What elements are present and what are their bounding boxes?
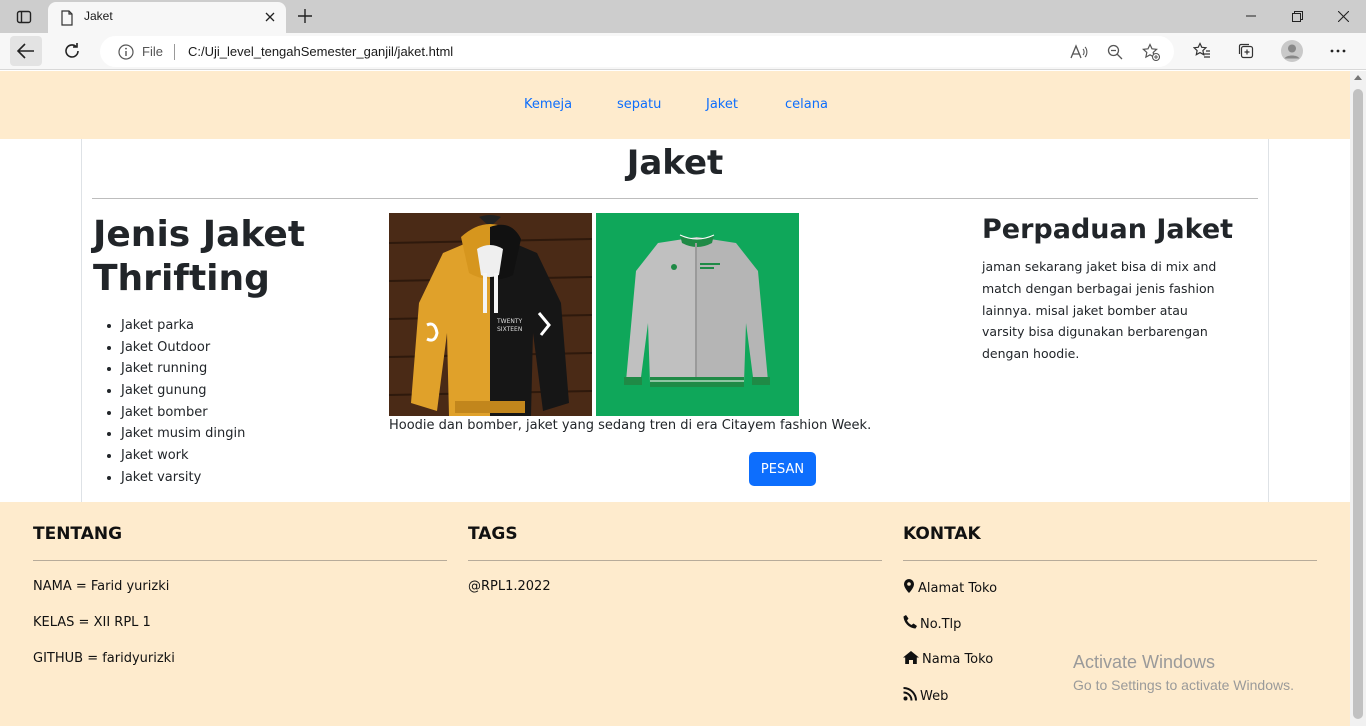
nav-link-jaket[interactable]: Jaket xyxy=(706,97,738,112)
footer-nama: NAMA = Farid yurizki xyxy=(33,579,170,594)
kontak-nama-toko[interactable]: Nama Toko xyxy=(903,651,993,668)
bomber-image xyxy=(596,213,799,416)
nav-link-celana[interactable]: celana xyxy=(785,97,828,112)
svg-text:TWENTY: TWENTY xyxy=(496,318,523,325)
list-item: Jaket musim dingin xyxy=(121,423,245,445)
svg-text:SIXTEEN: SIXTEEN xyxy=(497,326,522,333)
kontak-web[interactable]: Web xyxy=(903,687,948,705)
favorites-icon[interactable] xyxy=(1191,40,1213,62)
title-divider xyxy=(92,198,1258,199)
profile-avatar-icon[interactable] xyxy=(1281,40,1303,62)
list-item: Jaket gunung xyxy=(121,380,245,402)
hoodie-image: TWENTY SIXTEEN xyxy=(389,213,592,416)
jenis-jaket-heading: Jenis Jaket Thrifting xyxy=(93,214,306,299)
url-field[interactable]: File C:/Uji_level_tengahSemester_ganjil/… xyxy=(100,36,1174,67)
kontak-alamat-label: Alamat Toko xyxy=(918,580,998,596)
kontak-telepon[interactable]: No.Tlp xyxy=(903,615,961,633)
activate-windows-title: Activate Windows xyxy=(1073,652,1216,672)
list-item: Jaket parka xyxy=(121,315,245,337)
close-tab-icon[interactable] xyxy=(262,9,278,25)
footer-tags-title: TAGS xyxy=(468,524,518,544)
new-tab-icon[interactable] xyxy=(294,5,316,27)
phone-icon xyxy=(903,615,917,633)
top-nav: Kemeja sepatu Jaket celana xyxy=(0,71,1350,139)
web-icon xyxy=(903,687,917,705)
browser-tab-bar: Jaket xyxy=(0,0,1366,33)
footer-divider xyxy=(33,560,447,561)
jaket-types-list: Jaket parka Jaket Outdoor Jaket running … xyxy=(121,315,245,489)
list-item: Jaket work xyxy=(121,445,245,467)
file-scheme-label: File xyxy=(142,44,163,59)
perpaduan-jaket-text: jaman sekarang jaket bisa di mix and mat… xyxy=(982,259,1217,362)
kontak-web-label: Web xyxy=(920,688,949,704)
list-item: Jaket running xyxy=(121,358,245,380)
address-bar: File C:/Uji_level_tengahSemester_ganjil/… xyxy=(0,33,1366,70)
browser-tab[interactable]: Jaket xyxy=(48,2,286,33)
kontak-telepon-label: No.Tlp xyxy=(920,616,962,632)
read-aloud-icon[interactable] xyxy=(1069,42,1089,62)
vertical-scrollbar[interactable] xyxy=(1350,71,1366,726)
page-viewport: Kemeja sepatu Jaket celana Jaket Jenis J… xyxy=(0,71,1350,726)
collections-icon[interactable] xyxy=(1235,40,1257,62)
footer-divider xyxy=(903,560,1317,561)
home-icon xyxy=(903,651,919,668)
close-window-icon[interactable] xyxy=(1320,0,1366,32)
nav-link-sepatu[interactable]: sepatu xyxy=(617,97,661,112)
map-marker-icon xyxy=(903,579,915,597)
reload-icon[interactable] xyxy=(56,36,88,66)
zoom-out-icon[interactable] xyxy=(1105,42,1125,62)
list-item: Jaket bomber xyxy=(121,402,245,424)
list-item: Jaket Outdoor xyxy=(121,337,245,359)
footer-kelas: KELAS = XII RPL 1 xyxy=(33,615,151,630)
page-icon xyxy=(60,10,74,30)
footer-divider xyxy=(468,560,882,561)
url-text[interactable]: C:/Uji_level_tengahSemester_ganjil/jaket… xyxy=(188,44,453,59)
activate-windows-subtitle: Go to Settings to activate Windows. xyxy=(1073,677,1294,693)
main-content: Jaket Jenis Jaket Thrifting Jaket parka … xyxy=(81,139,1269,502)
url-separator xyxy=(174,44,175,60)
perpaduan-jaket-heading: Perpaduan Jaket xyxy=(982,214,1234,245)
kontak-alamat[interactable]: Alamat Toko xyxy=(903,579,997,597)
footer-github: GITHUB = faridyurizki xyxy=(33,651,175,666)
page-title: Jaket xyxy=(626,143,724,183)
footer-tag-item: @RPL1.2022 xyxy=(468,579,551,594)
more-menu-icon[interactable] xyxy=(1327,40,1349,62)
kontak-nama-toko-label: Nama Toko xyxy=(922,652,994,667)
minimize-icon[interactable] xyxy=(1228,0,1274,32)
back-arrow-icon[interactable] xyxy=(10,36,42,66)
scrollbar-thumb[interactable] xyxy=(1353,89,1363,719)
tab-title: Jaket xyxy=(84,9,113,23)
pesan-button[interactable]: PESAN xyxy=(749,452,816,486)
add-favorite-icon[interactable] xyxy=(1141,42,1161,62)
footer-tentang-title: TENTANG xyxy=(33,524,123,544)
list-item: Jaket varsity xyxy=(121,467,245,489)
image-caption: Hoodie dan bomber, jaket yang sedang tre… xyxy=(389,418,872,433)
nav-link-kemeja[interactable]: Kemeja xyxy=(524,97,572,112)
restore-icon[interactable] xyxy=(1274,0,1320,32)
sidebar-toggle-icon[interactable] xyxy=(8,4,40,30)
footer-kontak-title: KONTAK xyxy=(903,524,981,544)
info-icon[interactable] xyxy=(118,44,134,64)
scroll-up-arrow-icon[interactable] xyxy=(1354,75,1362,80)
